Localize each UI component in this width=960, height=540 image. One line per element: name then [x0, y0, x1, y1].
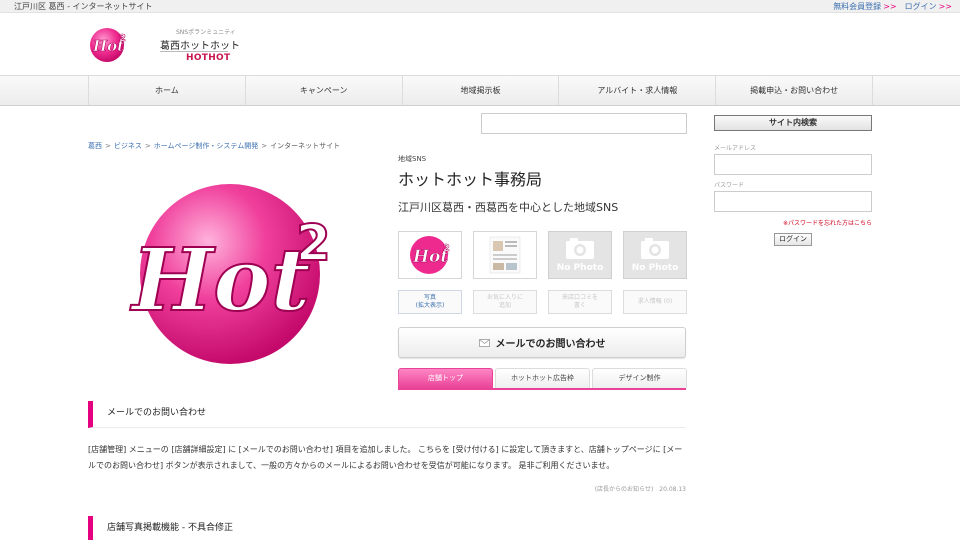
- camera-icon: [566, 238, 594, 259]
- nav-home[interactable]: ホーム: [89, 76, 246, 105]
- mail-inquiry-label: メールでのお問い合わせ: [495, 339, 606, 350]
- thumbnail-no-photo[interactable]: No Photo: [548, 231, 612, 279]
- nav-jobs[interactable]: アルバイト・求人情報: [559, 76, 717, 105]
- mail-inquiry-button[interactable]: メールでのお問い合わせ: [398, 327, 686, 358]
- breadcrumb: 葛西 > ビジネス > ホームページ制作・システム開発 > インターネットサイト: [88, 142, 341, 150]
- site-search-input[interactable]: [481, 113, 687, 134]
- section-heading: 店舗写真掲載機能 - 不具合修正: [88, 516, 686, 540]
- no-photo-label: No Photo: [556, 263, 604, 273]
- top-links: 無料会員登録 >> ログイン >>: [833, 0, 952, 13]
- tab-shop-top[interactable]: 店舗トップ: [398, 368, 493, 388]
- forgot-password-link[interactable]: ※パスワードを忘れた方はこちら: [783, 218, 872, 227]
- photo-thumbnails: Hot 2 No Photo No Photo: [398, 231, 687, 279]
- top-bar: 江戸川区 葛西 - インターネットサイト 無料会員登録 >> ログイン >>: [0, 0, 960, 13]
- tab-design[interactable]: デザイン制作: [592, 368, 687, 388]
- svg-text:2: 2: [296, 214, 331, 272]
- breadcrumb-link[interactable]: 葛西: [88, 142, 102, 150]
- thumbnail-logo[interactable]: Hot 2: [398, 231, 462, 279]
- section-heading: メールでのお問い合わせ: [88, 401, 686, 428]
- nav-campaign[interactable]: キャンペーン: [246, 76, 403, 105]
- thumbnail-no-photo[interactable]: No Photo: [623, 231, 687, 279]
- login-button[interactable]: ログイン: [774, 233, 812, 246]
- job-info-button[interactable]: 求人情報 (0): [623, 290, 687, 314]
- section-meta: (店長からのお知らせ) 20.08.13: [594, 486, 686, 493]
- tabs-underline: [398, 388, 686, 390]
- camera-icon: [641, 238, 669, 259]
- section-body: [店舗管理] メニューの [店舗詳細設定] に [メールでのお問い合わせ] 項目…: [88, 445, 683, 470]
- email-label: メールアドレス: [714, 145, 757, 152]
- write-review-button[interactable]: 来店口コミを 書く: [548, 290, 612, 314]
- main-nav: ホーム キャンペーン 地域掲示板 アルバイト・求人情報 掲載申込・お問い合わせ: [0, 75, 960, 106]
- brand-tagline: SNSポランミュニティ: [176, 29, 236, 36]
- password-label: パスワード: [714, 182, 745, 189]
- shop-subtitle: 江戸川区葛西・西葛西を中心とした地域SNS: [398, 201, 619, 214]
- nav-board[interactable]: 地域掲示板: [403, 76, 560, 105]
- brand-en: HOTHOT: [186, 53, 231, 63]
- site-caption: 江戸川区 葛西 - インターネットサイト: [14, 2, 153, 11]
- email-field[interactable]: [714, 154, 872, 175]
- site-logo[interactable]: Hot 2: [88, 24, 130, 66]
- brand-name: 葛西ホットホット: [160, 41, 240, 52]
- add-favorite-button[interactable]: お気に入りに 追加: [473, 290, 537, 314]
- shop-title: ホットホット事務局: [398, 170, 543, 189]
- breadcrumb-link[interactable]: ビジネス: [114, 142, 142, 150]
- mail-icon: [478, 338, 490, 347]
- svg-text:2: 2: [443, 243, 450, 254]
- tab-ad-space[interactable]: ホットホット広告枠: [495, 368, 590, 388]
- brand-divider: [160, 51, 228, 52]
- no-photo-label: No Photo: [631, 263, 679, 273]
- shop-main-image[interactable]: Hot 2: [118, 170, 342, 364]
- document-thumb-icon: [489, 236, 521, 274]
- logo-thumb-icon: Hot 2: [410, 236, 450, 274]
- shop-tabs: 店舗トップ ホットホット広告枠 デザイン制作: [398, 368, 687, 388]
- breadcrumb-link[interactable]: ホームページ制作・システム開発: [154, 142, 258, 150]
- shop-actions: 写真 (拡大表示) お気に入りに 追加 来店口コミを 書く 求人情報 (0): [398, 290, 687, 314]
- svg-text:2: 2: [119, 33, 126, 44]
- password-field[interactable]: [714, 191, 872, 212]
- svg-text:Hot: Hot: [129, 230, 310, 331]
- login-link[interactable]: ログイン >>: [905, 0, 952, 13]
- breadcrumb-current: インターネットサイト: [270, 142, 341, 150]
- nav-contact[interactable]: 掲載申込・お問い合わせ: [716, 76, 873, 105]
- thumbnail-document[interactable]: [473, 231, 537, 279]
- sidebar-title[interactable]: サイト内検索: [714, 115, 872, 131]
- photo-enlarge-button[interactable]: 写真 (拡大表示): [398, 290, 462, 314]
- shop-category: 地域SNS: [398, 155, 427, 163]
- register-link[interactable]: 無料会員登録 >>: [833, 0, 896, 13]
